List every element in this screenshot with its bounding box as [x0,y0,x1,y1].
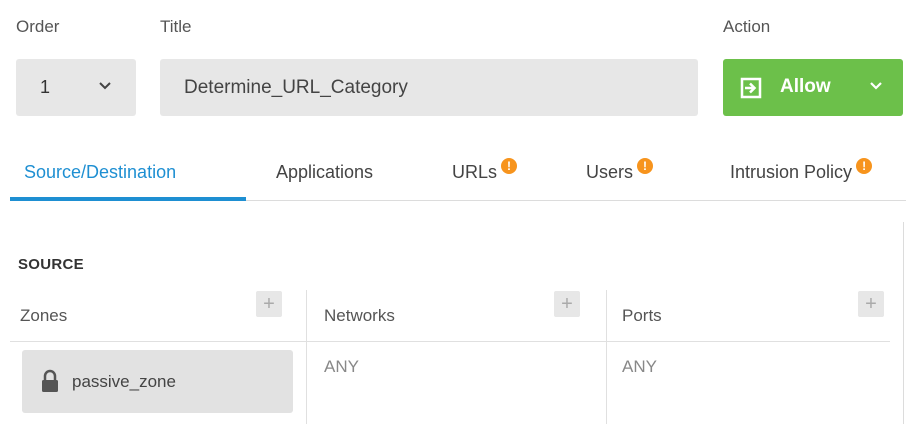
header-divider [10,341,890,342]
tab-label: Source/Destination [24,162,177,182]
zone-item[interactable]: passive_zone [22,350,293,413]
tab-label: Users [586,162,634,182]
tab-source-destination[interactable]: Source/Destination [24,162,176,183]
chevron-down-icon [870,82,882,90]
action-value: Allow [780,76,831,97]
networks-header: Networks [324,306,395,325]
tab-users[interactable]: Users! [586,158,654,183]
tab-urls[interactable]: URLs! [452,158,518,183]
chevron-down-icon [99,82,111,90]
add-port-button[interactable]: + [858,291,884,317]
action-allow-dropdown[interactable]: Allow [723,59,903,116]
tab-applications[interactable]: Applications [276,162,373,183]
add-network-button[interactable]: + [554,291,580,317]
zones-header: Zones [20,306,68,325]
title-input[interactable]: Determine_URL_Category [160,59,698,116]
tab-label: Intrusion Policy [730,162,853,182]
section-title-source: SOURCE [18,256,84,273]
tab-intrusion-policy[interactable]: Intrusion Policy! [730,158,873,183]
warning-icon: ! [856,158,873,174]
column-divider [306,290,307,424]
allow-arrow-icon [740,77,762,99]
lock-icon [42,369,58,392]
active-tab-indicator [10,197,246,201]
order-value: 1 [40,77,51,97]
warning-icon: ! [637,158,654,174]
order-label: Order [16,17,60,36]
panel-divider [903,222,904,424]
add-zone-button[interactable]: + [256,291,282,317]
title-value: Determine_URL_Category [184,76,408,98]
title-label: Title [160,17,192,36]
tab-label: Applications [276,162,374,182]
tab-label: URLs [452,162,498,182]
ports-value: ANY [622,357,657,376]
warning-icon: ! [501,158,518,174]
zone-name: passive_zone [72,372,176,391]
order-select[interactable]: 1 [16,59,136,116]
ports-header: Ports [622,306,662,325]
networks-value: ANY [324,357,359,376]
action-label: Action [723,17,771,36]
column-divider [606,290,607,424]
